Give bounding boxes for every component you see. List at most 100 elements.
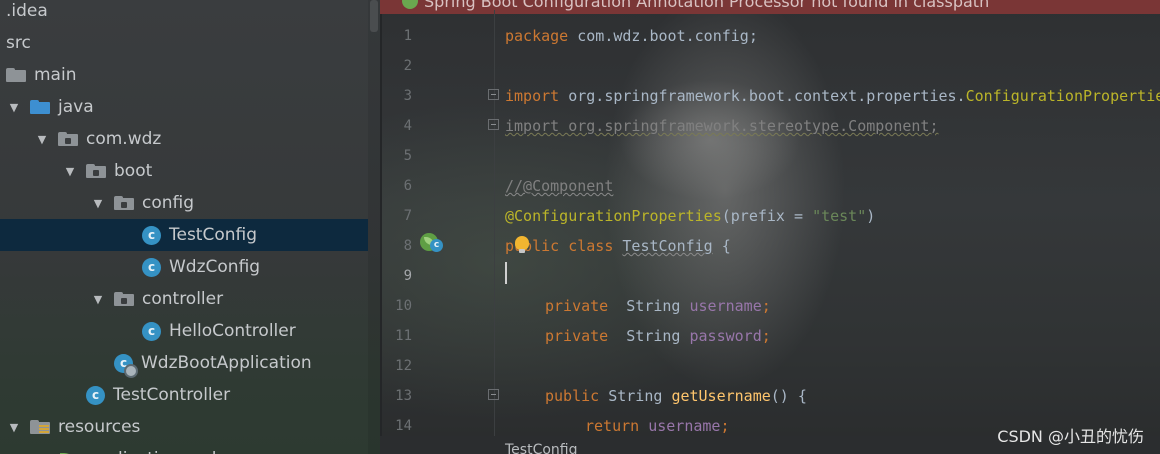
fold-marker-icon[interactable] (488, 389, 499, 400)
package-icon (114, 292, 134, 306)
tree-item[interactable]: ▼ resources (0, 411, 368, 443)
resources-folder-icon (30, 420, 50, 434)
expand-arrow-icon[interactable]: ▼ (6, 101, 22, 114)
line-number: 11 (395, 328, 412, 344)
project-scrollbar-track[interactable] (368, 0, 380, 454)
tree-item-label: config (142, 193, 195, 213)
expand-arrow-icon[interactable]: ▼ (90, 293, 106, 306)
keyword: package (505, 27, 569, 45)
field-name: username (648, 417, 721, 435)
tree-item[interactable]: .idea (0, 0, 368, 27)
watermark: CSDN @小丑的忧伤 (997, 427, 1144, 446)
line-number: 5 (403, 148, 412, 164)
breadcrumb-item[interactable]: TestConfig (505, 442, 578, 454)
code-line-10[interactable]: private String username; (545, 291, 771, 321)
brace: { (712, 237, 731, 255)
tree-item[interactable]: application.yml (0, 443, 368, 454)
tree-item-label: src (6, 33, 31, 53)
tree-item-label: java (58, 97, 94, 117)
method-name: getUsername (671, 387, 771, 405)
tree-item-label: boot (114, 161, 153, 181)
tree-item-label: application.yml (86, 449, 217, 454)
tree-item-label: WdzConfig (169, 257, 261, 277)
code-line-6[interactable]: //@Component (505, 171, 613, 201)
warning-banner[interactable]: Spring Boot Configuration Annotation Pro… (380, 0, 1160, 14)
class-name: TestConfig (622, 237, 713, 255)
class-icon: c (142, 257, 161, 277)
method-params: () { (770, 387, 807, 405)
code-line-7[interactable]: @ConfigurationProperties(prefix = "test"… (505, 201, 875, 231)
folder-icon (6, 68, 26, 82)
keyword: public (545, 387, 609, 405)
tree-item[interactable]: c WdzBootApplication (0, 347, 368, 379)
tree-item[interactable]: c TestController (0, 379, 368, 411)
import-path: org.springframework.boot.context.propert… (559, 87, 966, 105)
type: String (608, 387, 672, 405)
package-name: com.wdz.boot.config; (568, 27, 758, 45)
expand-arrow-icon[interactable]: ▼ (62, 165, 78, 178)
tree-item-label: .idea (6, 1, 48, 21)
code-editor[interactable]: Spring Boot Configuration Annotation Pro… (380, 0, 1160, 454)
semicolon: ; (720, 417, 730, 435)
project-scrollbar-thumb[interactable] (370, 0, 378, 32)
source-folder-icon (30, 100, 50, 114)
keyword: return (585, 417, 649, 435)
tree-item-label: TestController (113, 385, 231, 405)
field-name: username (689, 297, 762, 315)
package-dot (93, 170, 99, 176)
expand-arrow-icon[interactable]: ▼ (34, 133, 50, 146)
text-caret (505, 262, 507, 284)
tree-item[interactable]: ▼ boot (0, 155, 368, 187)
fold-marker-icon[interactable] (488, 119, 499, 130)
code-line-1[interactable]: package com.wdz.boot.config; (505, 21, 758, 51)
code-line-3[interactable]: import org.springframework.boot.context.… (505, 81, 1160, 111)
spring-boot-class-icon: c (114, 353, 138, 378)
tree-item[interactable]: ▼ controller (0, 283, 368, 315)
tree-item[interactable]: c TestConfig (0, 219, 368, 251)
tree-item[interactable]: main (0, 59, 368, 91)
line-number: 3 (403, 88, 412, 104)
fold-marker-icon[interactable] (488, 89, 499, 100)
tree-item[interactable]: c HelloController (0, 315, 368, 347)
tree-item[interactable]: ▼ com.wdz (0, 123, 368, 155)
semicolon: ; (761, 327, 771, 345)
tree-item-label: resources (58, 417, 141, 437)
warning-banner-text: Spring Boot Configuration Annotation Pro… (424, 0, 990, 11)
package-dot (121, 298, 127, 304)
type: String (626, 297, 690, 315)
line-number: 7 (403, 208, 412, 224)
class-icon: c (142, 225, 161, 245)
tree-item[interactable]: src (0, 27, 368, 59)
line-number: 9 (403, 268, 412, 284)
string-literal: "test" (812, 207, 867, 225)
line-number: 2 (403, 58, 412, 74)
tree-item[interactable]: ▼ java (0, 91, 368, 123)
unused-import: import org.springframework.stereotype.Co… (505, 117, 939, 135)
spring-bean-gutter-icon[interactable]: c (420, 233, 444, 255)
keyword: private (545, 327, 627, 345)
class-c-icon: c (430, 239, 443, 252)
line-number: 4 (403, 118, 412, 134)
intention-bulb-icon[interactable] (515, 236, 529, 253)
spring-icon (402, 0, 418, 9)
comment: //@Component (505, 177, 614, 195)
expand-arrow-icon[interactable]: ▼ (90, 197, 106, 210)
tree-item-label: TestConfig (169, 225, 258, 245)
project-tree-panel: .idea src main ▼ java ▼ com.wdz ▼ boot ▼ config c Te… (0, 0, 380, 454)
code-line-13[interactable]: public String getUsername() { (545, 381, 807, 411)
tree-item-label: main (34, 65, 77, 85)
code-line-4[interactable]: import org.springframework.stereotype.Co… (505, 111, 938, 141)
line-number: 6 (403, 178, 412, 194)
tree-item-label: HelloController (169, 321, 296, 341)
line-number: 8 (403, 238, 412, 254)
code-line-8[interactable]: public class TestConfig { (505, 231, 731, 261)
keyword: import (505, 87, 560, 105)
tree-item-label: controller (142, 289, 224, 309)
tree-item[interactable]: ▼ config (0, 187, 368, 219)
code-line-11[interactable]: private String password; (545, 321, 771, 351)
gutter-divider (494, 10, 495, 440)
package-icon (86, 164, 106, 178)
tree-item[interactable]: c WdzConfig (0, 251, 368, 283)
resources-bars (39, 425, 49, 434)
expand-arrow-icon[interactable]: ▼ (6, 421, 22, 434)
